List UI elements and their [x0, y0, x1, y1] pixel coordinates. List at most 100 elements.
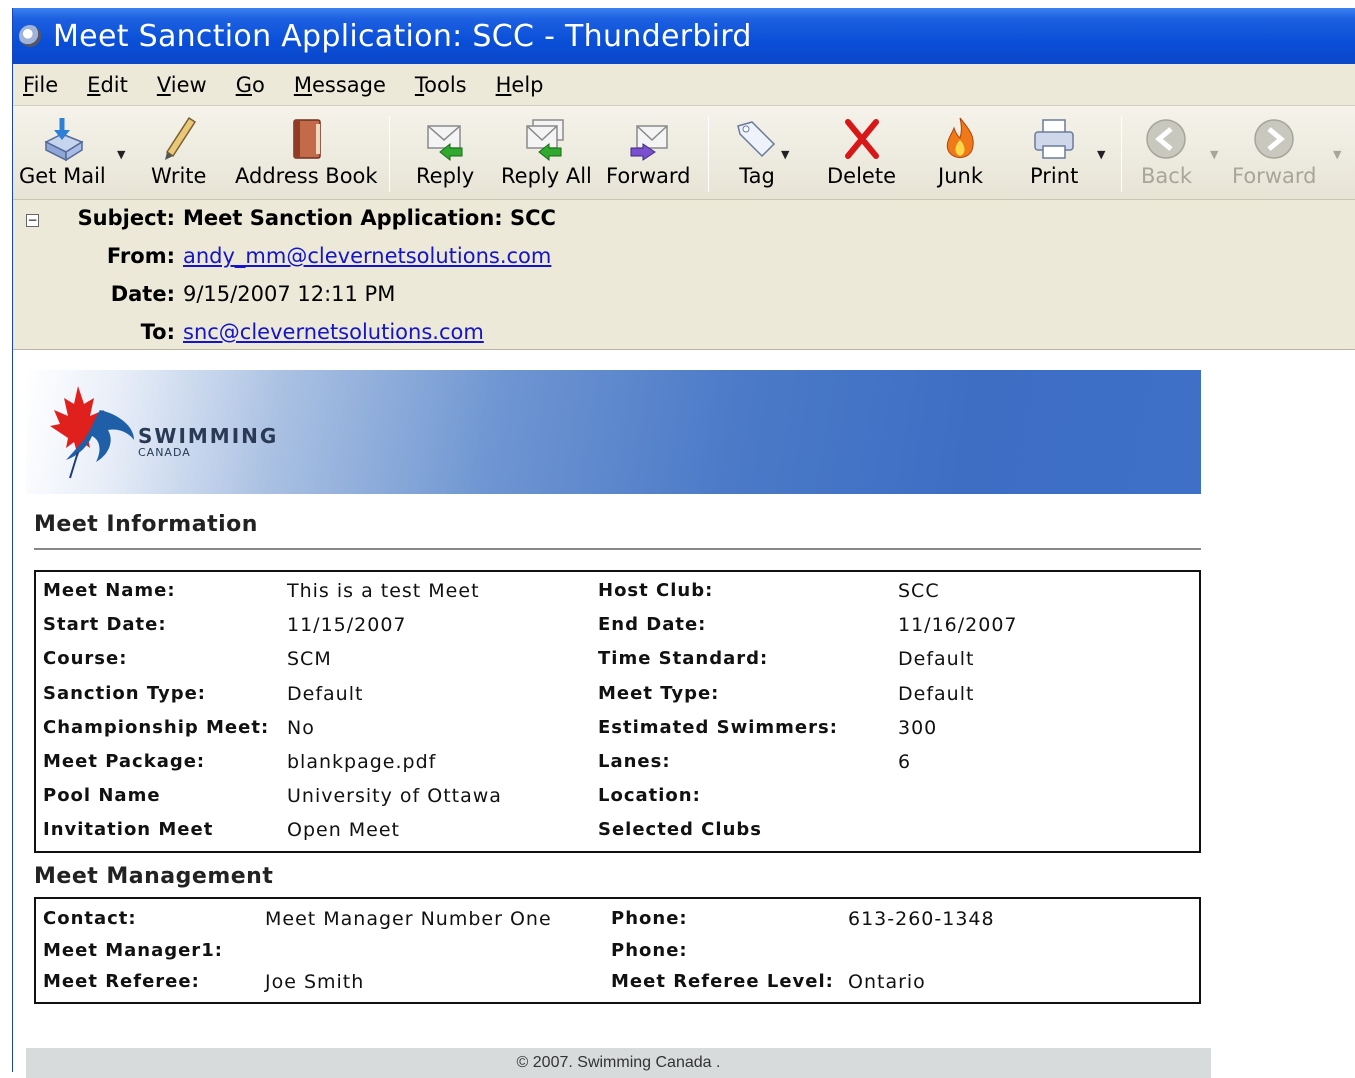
- field-label: Contact:: [43, 908, 137, 929]
- reply-all-icon: [521, 114, 571, 164]
- forward-nav-dropdown-icon[interactable]: ▼: [1333, 148, 1341, 161]
- back-button[interactable]: Back: [1141, 114, 1192, 196]
- field-value: 6: [898, 751, 912, 773]
- menu-tools[interactable]: Tools: [415, 73, 467, 97]
- subject-label: Subject:: [77, 206, 175, 230]
- write-button[interactable]: Write: [151, 114, 206, 196]
- write-label: Write: [151, 164, 207, 188]
- field-label: Meet Package:: [43, 751, 206, 772]
- field-label: Start Date:: [43, 614, 167, 636]
- junk-flame-icon: [940, 114, 980, 164]
- field-value: 300: [898, 716, 938, 739]
- print-button[interactable]: Print: [1030, 114, 1078, 196]
- subject-value: Meet Sanction Application: SCC: [183, 206, 556, 230]
- copyright-footer: © 2007. Swimming Canada .: [26, 1048, 1211, 1078]
- delete-icon: [842, 114, 882, 164]
- meet-management-table: Contact: Meet Manager Number One Phone: 613…: [34, 897, 1201, 1004]
- menu-help[interactable]: Help: [496, 73, 544, 97]
- field-label: Location:: [598, 785, 701, 807]
- field-label: Phone:: [611, 908, 688, 929]
- delete-label: Delete: [827, 164, 896, 188]
- menu-file[interactable]: File: [23, 73, 58, 97]
- swimming-canada-logo: SWIMMING CANADA: [138, 424, 278, 459]
- field-label: Championship Meet:: [43, 716, 270, 738]
- printer-icon: [1031, 114, 1077, 164]
- field-value: No: [287, 716, 315, 739]
- get-mail-label: Get Mail: [19, 164, 106, 188]
- field-value: Open Meet: [287, 819, 401, 842]
- forward-icon: [625, 114, 671, 164]
- title-bar[interactable]: Meet Sanction Application: SCC - Thunder…: [13, 8, 1355, 64]
- field-label: Lanes:: [598, 751, 671, 772]
- field-label: Meet Name:: [43, 580, 176, 601]
- reply-all-button[interactable]: Reply All: [501, 114, 592, 196]
- menu-go[interactable]: Go: [236, 73, 265, 97]
- menu-message[interactable]: Message: [294, 73, 386, 97]
- forward-label: Forward: [606, 164, 691, 188]
- app-icon: [19, 25, 41, 47]
- junk-button[interactable]: Junk: [938, 114, 983, 196]
- field-label: Time Standard:: [598, 648, 769, 670]
- from-email-link[interactable]: andy_mm@clevernetsolutions.com: [183, 244, 551, 268]
- date-row: Date: 9/15/2007 12:11 PM: [13, 282, 396, 306]
- field-label: Selected Clubs: [598, 819, 762, 841]
- meet-information-table: Meet Name: This is a test Meet Host Club: S…: [34, 570, 1201, 853]
- toolbar-separator: [389, 116, 390, 192]
- message-header: − Subject: Meet Sanction Application: SC…: [13, 200, 1355, 350]
- tag-dropdown-icon[interactable]: ▼: [781, 148, 789, 161]
- field-value: Ontario: [848, 971, 926, 993]
- reply-button[interactable]: Reply: [416, 114, 474, 196]
- forward-button[interactable]: Forward: [606, 114, 690, 196]
- field-label: End Date:: [598, 614, 707, 636]
- back-arrow-icon: [1143, 114, 1189, 164]
- field-value: 11/16/2007: [898, 614, 1018, 637]
- address-book-label: Address Book: [235, 164, 378, 188]
- field-label: Sanction Type:: [43, 682, 206, 704]
- field-value: This is a test Meet: [287, 580, 480, 602]
- field-value: SCM: [287, 648, 332, 671]
- field-label: Pool Name: [43, 785, 161, 807]
- get-mail-button[interactable]: Get Mail: [19, 114, 106, 196]
- print-dropdown-icon[interactable]: ▼: [1097, 148, 1105, 161]
- get-mail-icon: [38, 114, 86, 164]
- toolbar: Get Mail ▼ Write Address Book Reply Repl…: [13, 106, 1355, 200]
- back-dropdown-icon[interactable]: ▼: [1210, 148, 1218, 161]
- field-label: Meet Referee:: [43, 971, 200, 992]
- field-value: 613-260-1348: [848, 908, 995, 930]
- logo-swimming-text: SWIMMING: [138, 424, 279, 448]
- meet-management-title: Meet Management: [34, 864, 274, 889]
- get-mail-dropdown-icon[interactable]: ▼: [117, 148, 125, 161]
- address-book-button[interactable]: Address Book: [235, 114, 378, 196]
- to-email-link[interactable]: snc@clevernetsolutions.com: [183, 320, 484, 344]
- field-value: Default: [898, 648, 975, 671]
- field-label: Invitation Meet: [43, 819, 214, 841]
- window-title: Meet Sanction Application: SCC - Thunder…: [53, 18, 752, 54]
- reply-label: Reply: [416, 164, 475, 188]
- field-value: 11/15/2007: [287, 614, 407, 637]
- section-divider: [34, 548, 1201, 550]
- field-value: SCC: [898, 580, 940, 602]
- field-value: Default: [287, 682, 364, 705]
- delete-button[interactable]: Delete: [827, 114, 896, 196]
- toolbar-separator: [1121, 116, 1122, 192]
- field-label: Phone:: [611, 939, 688, 961]
- field-label: Meet Type:: [598, 682, 720, 704]
- field-label: Course:: [43, 648, 128, 670]
- field-value: Joe Smith: [265, 971, 365, 993]
- subject-row: Subject: Meet Sanction Application: SCC: [13, 206, 556, 230]
- forward-nav-button[interactable]: Forward: [1232, 114, 1316, 196]
- field-value: Meet Manager Number One: [265, 908, 552, 930]
- menu-view[interactable]: View: [157, 73, 207, 97]
- field-label: Meet Manager1:: [43, 939, 223, 961]
- reply-icon: [422, 114, 468, 164]
- tag-button[interactable]: Tag: [734, 114, 780, 196]
- menu-edit[interactable]: Edit: [87, 73, 128, 97]
- field-value: University of Ottawa: [287, 785, 502, 808]
- tag-icon: [734, 114, 780, 164]
- field-label: Estimated Swimmers:: [598, 716, 838, 738]
- date-label: Date:: [110, 282, 175, 306]
- reply-all-label: Reply All: [501, 164, 592, 188]
- to-row: To: snc@clevernetsolutions.com: [13, 320, 484, 344]
- pencil-icon: [159, 114, 199, 164]
- address-book-icon: [286, 114, 326, 164]
